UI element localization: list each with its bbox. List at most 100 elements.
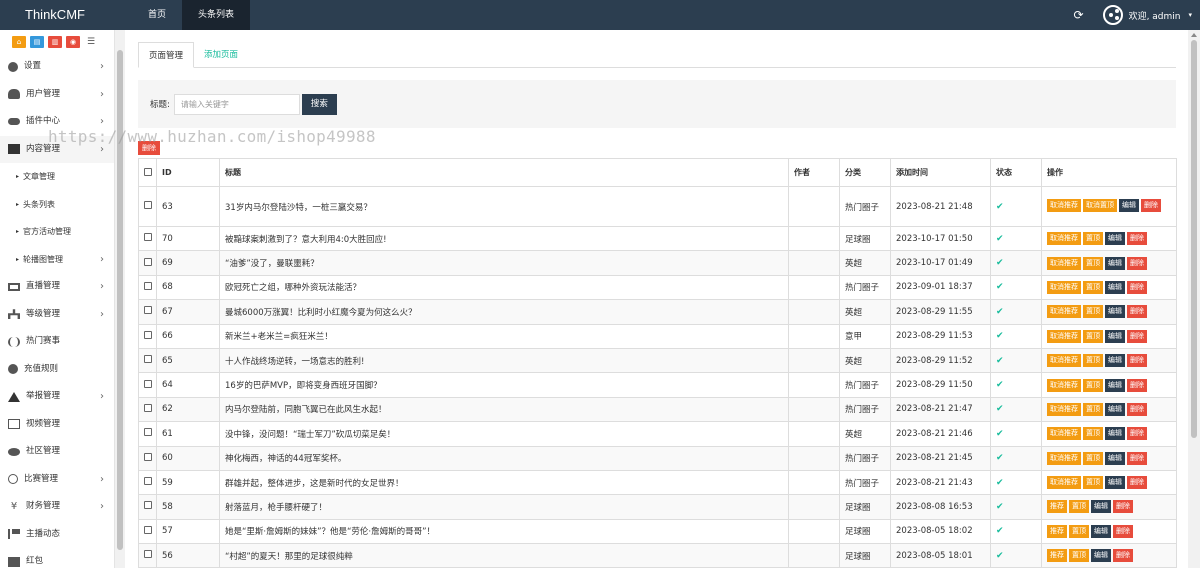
unrecommend-button[interactable]: 取消推荐 [1047, 305, 1081, 319]
row-title[interactable]: 16岁的巴萨MVP，即将变身西班牙国脚？ [219, 372, 789, 398]
delete-button[interactable]: 删除 [1127, 280, 1147, 294]
menu-list-icon[interactable]: ☰ [84, 36, 98, 48]
sidebar-subitem-headlines[interactable]: ▸ 头条列表 [0, 191, 114, 219]
row-checkbox[interactable] [144, 428, 152, 437]
pin-button[interactable]: 置顶 [1083, 451, 1103, 465]
refresh-icon[interactable]: ⟳ [1069, 0, 1089, 30]
edit-button[interactable]: 编辑 [1119, 199, 1139, 212]
sidebar-item-recharge-rules[interactable]: 充值规则 [0, 356, 114, 384]
topnav-headline-list[interactable]: 头条列表 [182, 0, 251, 30]
recommend-button[interactable]: 推荐 [1047, 549, 1067, 563]
sidebar-scrollbar-thumb[interactable] [117, 50, 123, 550]
edit-button[interactable]: 编辑 [1105, 329, 1125, 343]
row-title[interactable]: 十人作战终场逆转，一场意志的胜利! [219, 347, 789, 374]
row-title[interactable]: 31岁内马尔登陆沙特，一桩三赢交易？ [219, 186, 789, 227]
select-all-checkbox[interactable] [144, 167, 152, 176]
unrecommend-button[interactable]: 取消推荐 [1047, 427, 1081, 441]
delete-button[interactable]: 删除 [1127, 329, 1147, 343]
home-icon[interactable]: ⌂ [12, 36, 26, 48]
row-checkbox[interactable] [144, 306, 152, 315]
delete-button[interactable]: 删除 [1113, 500, 1133, 514]
delete-button[interactable]: 删除 [1127, 451, 1147, 465]
row-title[interactable]: 没中锋，没问题！“瑞士军刀”砍瓜切菜足矣！ [219, 421, 789, 447]
row-checkbox[interactable] [144, 550, 152, 559]
pin-button[interactable]: 置顶 [1083, 476, 1103, 490]
pin-button[interactable]: 置顶 [1083, 232, 1103, 246]
chevron-down-icon[interactable]: ▾ [1188, 11, 1192, 19]
unpin-button[interactable]: 取消置顶 [1083, 199, 1117, 212]
pin-button[interactable]: 置顶 [1083, 305, 1103, 319]
row-title[interactable]: 新米兰+老米兰=疯狂米兰！ [219, 323, 789, 349]
pin-button[interactable]: 置顶 [1083, 329, 1103, 343]
row-checkbox[interactable] [144, 201, 152, 209]
row-title[interactable]: “油爹”没了，曼联噩耗？ [219, 250, 789, 276]
search-input[interactable]: 请输入关键字 [173, 93, 300, 115]
delete-button[interactable]: 删除 [1127, 476, 1147, 490]
row-checkbox[interactable] [144, 281, 152, 290]
sidebar-item-finance[interactable]: ¥ 财务管理 › [0, 493, 114, 521]
delete-button[interactable]: 删除 [1113, 549, 1133, 563]
row-title[interactable]: 神化梅西，神话的44冠军奖杯。 [219, 445, 789, 471]
delete-button[interactable]: 删除 [1113, 524, 1133, 538]
row-title[interactable]: 曼城6000万涨翼！比利时小红魔今夏为何这么火？ [219, 299, 789, 325]
edit-button[interactable]: 编辑 [1105, 256, 1125, 270]
unrecommend-button[interactable]: 取消推荐 [1047, 476, 1081, 490]
pin-button[interactable]: 置顶 [1069, 549, 1089, 563]
delete-button[interactable]: 删除 [1127, 378, 1147, 392]
row-title[interactable]: 射落蓝月，枪手腰杆硬了！ [219, 494, 789, 520]
pin-button[interactable]: 置顶 [1083, 378, 1103, 392]
sidebar-scrollbar[interactable] [115, 30, 125, 568]
pin-button[interactable]: 置顶 [1083, 427, 1103, 441]
sidebar-item-red-packets[interactable]: 红包 [0, 548, 114, 568]
recommend-button[interactable]: 推荐 [1047, 500, 1067, 514]
edit-button[interactable]: 编辑 [1105, 378, 1125, 392]
row-title[interactable]: 被黯球案刺激到了？意大利用4:0大胜回应! [219, 225, 789, 252]
tab-add-page[interactable]: 添加页面 [194, 42, 248, 68]
unrecommend-button[interactable]: 取消推荐 [1047, 354, 1081, 368]
lifebuoy-icon[interactable]: ◉ [66, 36, 80, 48]
edit-button[interactable]: 编辑 [1091, 500, 1111, 514]
row-checkbox[interactable] [144, 379, 152, 388]
delete-button[interactable]: 删除 [1141, 199, 1161, 212]
delete-button[interactable]: 删除 [1127, 354, 1147, 368]
unrecommend-button[interactable]: 取消推荐 [1047, 199, 1081, 212]
row-checkbox[interactable] [144, 477, 152, 486]
pin-button[interactable]: 置顶 [1083, 354, 1103, 368]
pin-button[interactable]: 置顶 [1083, 402, 1103, 416]
row-title[interactable]: 她是“里斯·詹姆斯的妹妹”？他是“劳伦·詹姆斯的哥哥”！ [219, 518, 789, 545]
file-shortcut-icon[interactable]: ▤ [30, 36, 44, 48]
sidebar-item-community[interactable]: 社区管理 [0, 438, 114, 466]
sidebar-item-videos[interactable]: 视频管理 [0, 411, 114, 439]
delete-button[interactable]: 删除 [1127, 256, 1147, 270]
row-checkbox[interactable] [144, 403, 152, 412]
edit-button[interactable]: 编辑 [1105, 280, 1125, 294]
sidebar-item-hot-events[interactable]: 热门赛事 [0, 328, 114, 356]
page-scrollbar[interactable] [1188, 30, 1200, 568]
trash-icon[interactable]: ▥ [48, 36, 62, 48]
unrecommend-button[interactable]: 取消推荐 [1047, 402, 1081, 416]
sidebar-item-users[interactable]: 用户管理 › [0, 81, 114, 109]
row-checkbox[interactable] [144, 355, 152, 364]
welcome-text[interactable]: 欢迎, admin [1129, 9, 1181, 22]
sidebar-subitem-articles[interactable]: ▸ 文章管理 [0, 163, 114, 191]
delete-button[interactable]: 删除 [1127, 402, 1147, 416]
sidebar-item-live[interactable]: 直播管理 › [0, 273, 114, 301]
sidebar-item-matches[interactable]: 比赛管理 › [0, 466, 114, 494]
sidebar-item-settings[interactable]: 设置 › [0, 53, 114, 81]
edit-button[interactable]: 编辑 [1105, 402, 1125, 416]
unrecommend-button[interactable]: 取消推荐 [1047, 232, 1081, 246]
pin-button[interactable]: 置顶 [1069, 524, 1089, 538]
unrecommend-button[interactable]: 取消推荐 [1047, 378, 1081, 392]
share-avatar-icon[interactable] [1102, 5, 1123, 25]
search-button[interactable]: 搜索 [301, 93, 337, 115]
edit-button[interactable]: 编辑 [1105, 476, 1125, 490]
page-scrollbar-thumb[interactable] [1191, 40, 1197, 438]
recommend-button[interactable]: 推荐 [1047, 524, 1067, 538]
row-title[interactable]: “村超”的夏天！那里的足球很纯粹 [219, 543, 789, 568]
row-checkbox[interactable] [144, 257, 152, 266]
tab-page-manage[interactable]: 页面管理 [138, 42, 195, 68]
edit-button[interactable]: 编辑 [1105, 354, 1125, 368]
col-id[interactable]: ID [156, 158, 220, 187]
edit-button[interactable]: 编辑 [1105, 305, 1125, 319]
row-checkbox[interactable] [144, 452, 152, 461]
